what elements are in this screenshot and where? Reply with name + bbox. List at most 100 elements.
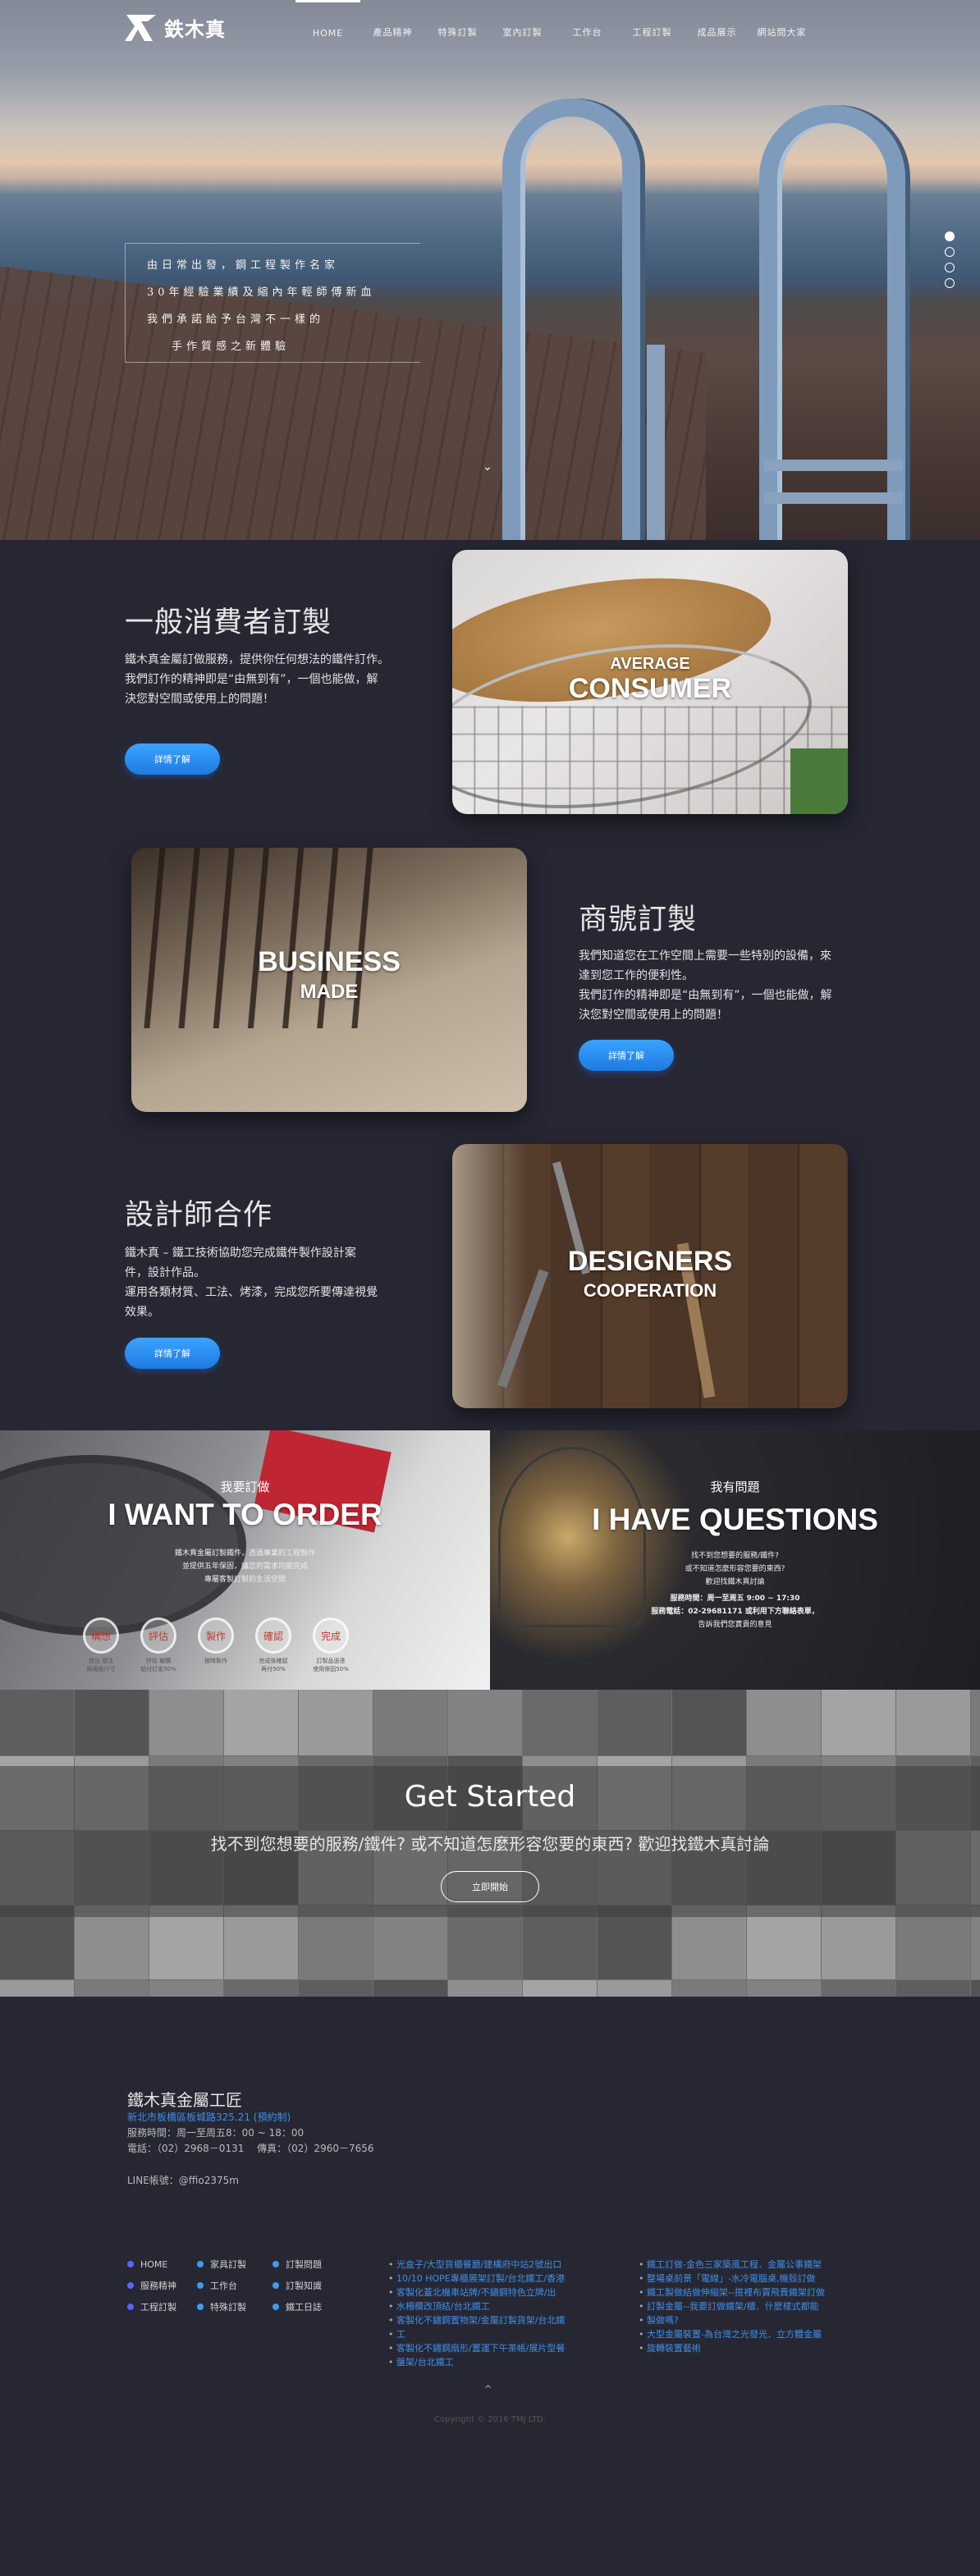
ladder-step	[763, 460, 903, 471]
footer-nav-label: 工作台	[210, 2281, 237, 2291]
company-name: 鐵木真金屬工匠	[127, 2090, 242, 2110]
footer-nav-item[interactable]: 鐵工日誌	[272, 2300, 346, 2313]
business-image[interactable]: BUSINESS MADE	[131, 848, 527, 1112]
company-phone: 電話：（02）2968－0131 傳真：（02）2960－7656	[127, 2143, 374, 2154]
mosaic-tile	[0, 1690, 74, 1755]
menu-item-spirit[interactable]: 產品精神	[360, 0, 425, 64]
footer-links-a: 光盒子/大型貨櫃餐廳/建構府中站2號出口 10/10 HOPE專櫃展架訂製/台北…	[388, 2258, 593, 2369]
get-started-button[interactable]: 立即開始	[441, 1871, 539, 1902]
menu-item-showcase[interactable]: 成品展示	[685, 0, 749, 64]
business-caption-small: MADE	[300, 981, 359, 1003]
order-step: 確認完成後確認 再付50%	[253, 1617, 294, 1673]
footer-link[interactable]: 整場桌前景「電線」-水冷電腦桌,機殼訂做	[639, 2272, 860, 2285]
footer-nav-item[interactable]: 工作台	[197, 2279, 272, 2292]
designer-caption-small: COOPERATION	[583, 1280, 717, 1301]
footer-link[interactable]: 10/10 HOPE專櫃展架訂製/台北鐵工/香港	[388, 2272, 593, 2285]
footer-nav-label: 鐵工日誌	[286, 2302, 322, 2313]
business-details-button[interactable]: 詳情了解	[579, 1040, 674, 1071]
footer-link[interactable]: 訂製金屬--我要訂做鐵架/櫃．什麼樣式都能	[639, 2299, 860, 2313]
bullet-dot-icon	[272, 2261, 279, 2267]
bullet-dot-icon	[127, 2282, 134, 2289]
top-nav: 鉄木真 HOME 產品精神 特殊訂製 室內訂製 工作台 工程訂製 成品展示 網站…	[0, 0, 980, 64]
footer-nav-item[interactable]: 訂製知識	[272, 2279, 346, 2292]
footer-link[interactable]: 盤架/台北鐵工	[388, 2355, 593, 2369]
menu-item-special[interactable]: 特殊訂製	[425, 0, 490, 64]
footer-link[interactable]: 水柵欄改頂結/台北鐵工	[388, 2299, 593, 2313]
slide-dots	[945, 231, 955, 288]
consumer-caption-big: CONSUMER	[568, 673, 732, 704]
chevron-up-icon[interactable]: ⌃	[483, 2382, 493, 2398]
mosaic-tile	[523, 1690, 597, 1755]
business-text-line: 我們訂作的精神即是“由無到有”，一個也能做，解	[579, 989, 832, 1002]
footer-link[interactable]: 製做嗎?	[639, 2313, 860, 2327]
mosaic-tile	[598, 1980, 671, 1997]
footer-link[interactable]: 光盒子/大型貨櫃餐廳/建構府中站2號出口	[388, 2258, 593, 2272]
footer-link[interactable]: 旋轉裝置藝術	[639, 2341, 860, 2355]
ladder-rail-left	[502, 98, 640, 540]
footer-nav-item[interactable]: 工程訂製	[127, 2300, 197, 2313]
questions-line: 告訴我們您寶貴的意見	[698, 1621, 772, 1629]
designer-text-line: 運用各類材質、工法、烤漆，完成您所要傳達視覺	[125, 1286, 378, 1299]
consumer-image[interactable]: AVERAGE CONSUMER	[452, 550, 848, 814]
slide-dot[interactable]	[945, 278, 955, 288]
footer-link[interactable]: 鐵工製做結做伸縮架--搭裡布賣飛費鐵架訂做	[639, 2285, 860, 2299]
order-step-desc: 評估 報價 給付訂金50%	[140, 1658, 176, 1672]
footer-nav-item[interactable]: 訂製問題	[272, 2258, 346, 2271]
menu-item-home[interactable]: HOME	[295, 0, 360, 64]
order-step-desc: 按時製作	[204, 1658, 227, 1664]
copyright: Copyright © 2016 TMJ LTD.	[434, 2415, 546, 2424]
footer-link[interactable]: 大型金屬裝置-為台灣之光發光．立方體金屬	[639, 2327, 860, 2341]
mosaic-tile	[672, 1980, 746, 1997]
footer-nav-item[interactable]: 特殊訂製	[197, 2300, 272, 2313]
questions-panel[interactable]: 我有問題 I HAVE QUESTIONS 找不到您想要的服務/鐵件? 或不知道…	[490, 1430, 980, 1690]
footer-link[interactable]: 鐵工訂做-金色三家築風工程．金屬公事鐵架	[639, 2258, 860, 2272]
questions-small-title: 我有問題	[710, 1480, 760, 1494]
footer-link[interactable]: 工	[388, 2327, 593, 2341]
mosaic-tile	[149, 1980, 223, 1997]
consumer-caption-small: AVERAGE	[610, 655, 690, 673]
hero-quote-line: 我們承諾給予台灣不一樣的	[147, 313, 325, 326]
designer-details-button[interactable]: 詳情了解	[125, 1338, 220, 1369]
menu-item-faq[interactable]: 網站問大家	[749, 0, 814, 64]
mosaic-tile	[373, 1980, 447, 1997]
site-logo[interactable]: 鉄木真	[123, 8, 226, 46]
footer-nav-label: 特殊訂製	[210, 2302, 246, 2313]
order-big-title: I WANT TO ORDER	[108, 1498, 382, 1531]
designer-title: 設計師合作	[125, 1199, 273, 1232]
questions-line: 或不知道怎麼形容您要的東西?	[685, 1565, 785, 1573]
grass-patch	[790, 748, 848, 814]
slide-dot[interactable]	[945, 247, 955, 257]
consumer-text: 鐵木真金屬訂做服務，提供你任何想法的鐵件訂作。 我們訂作的精神即是“由無到有”，…	[125, 650, 404, 709]
consumer-text-line: 我們訂作的精神即是“由無到有”，一個也能做，解	[125, 673, 378, 686]
bullet-dot-icon	[127, 2304, 134, 2310]
business-text-line: 我們知道您在工作空間上需要一些特別的設備，來	[579, 949, 831, 963]
mosaic-tile	[747, 1690, 821, 1755]
company-address[interactable]: 新北市板橋區板城路325.21 (預約制)	[127, 2110, 291, 2124]
mosaic-tile	[747, 1980, 821, 1997]
mosaic-tile	[896, 1980, 970, 1997]
chevron-down-icon[interactable]: ⌄	[483, 460, 492, 474]
order-panel[interactable]: 我要訂做 I WANT TO ORDER 鐵木真金屬訂製鐵件，透過專業的工程製作…	[0, 1430, 490, 1690]
footer-nav-item[interactable]: 服務精神	[127, 2279, 197, 2292]
business-text-line: 決您對空間或使用上的問題！	[579, 1009, 728, 1022]
footer-nav-item[interactable]: 家具訂製	[197, 2258, 272, 2271]
footer-nav-item[interactable]: HOME	[127, 2258, 197, 2271]
consumer-details-button[interactable]: 詳情了解	[125, 744, 220, 775]
mosaic-tile	[224, 1690, 298, 1755]
order-step-label: 確認	[255, 1617, 291, 1654]
footer-nav-label: 服務精神	[140, 2281, 176, 2291]
bullet-dot-icon	[197, 2261, 204, 2267]
footer-link[interactable]: 客製化不鏽鋼扇形/置運下午茶帳/展片型餐	[388, 2341, 593, 2355]
footer-link[interactable]: 客製化蓋北機車站牌/不鏽鋼特色立牌/出	[388, 2285, 593, 2299]
mosaic-tile	[896, 1690, 970, 1755]
menu-item-engineering[interactable]: 工程訂製	[620, 0, 685, 64]
slide-dot[interactable]	[945, 231, 955, 241]
order-step-desc: 完成後確認 再付50%	[259, 1658, 288, 1672]
menu-item-interior[interactable]: 室內訂製	[490, 0, 555, 64]
designer-image[interactable]: DESIGNERS COOPERATION	[452, 1144, 848, 1408]
footer-link[interactable]: 客製化不鏽鋼置物架/金屬訂製貨架/台北鐵	[388, 2313, 593, 2327]
menu-item-workbench[interactable]: 工作台	[555, 0, 620, 64]
footer-nav-label: 家具訂製	[210, 2259, 246, 2270]
order-step-label: 製作	[198, 1617, 234, 1654]
slide-dot[interactable]	[945, 263, 955, 272]
